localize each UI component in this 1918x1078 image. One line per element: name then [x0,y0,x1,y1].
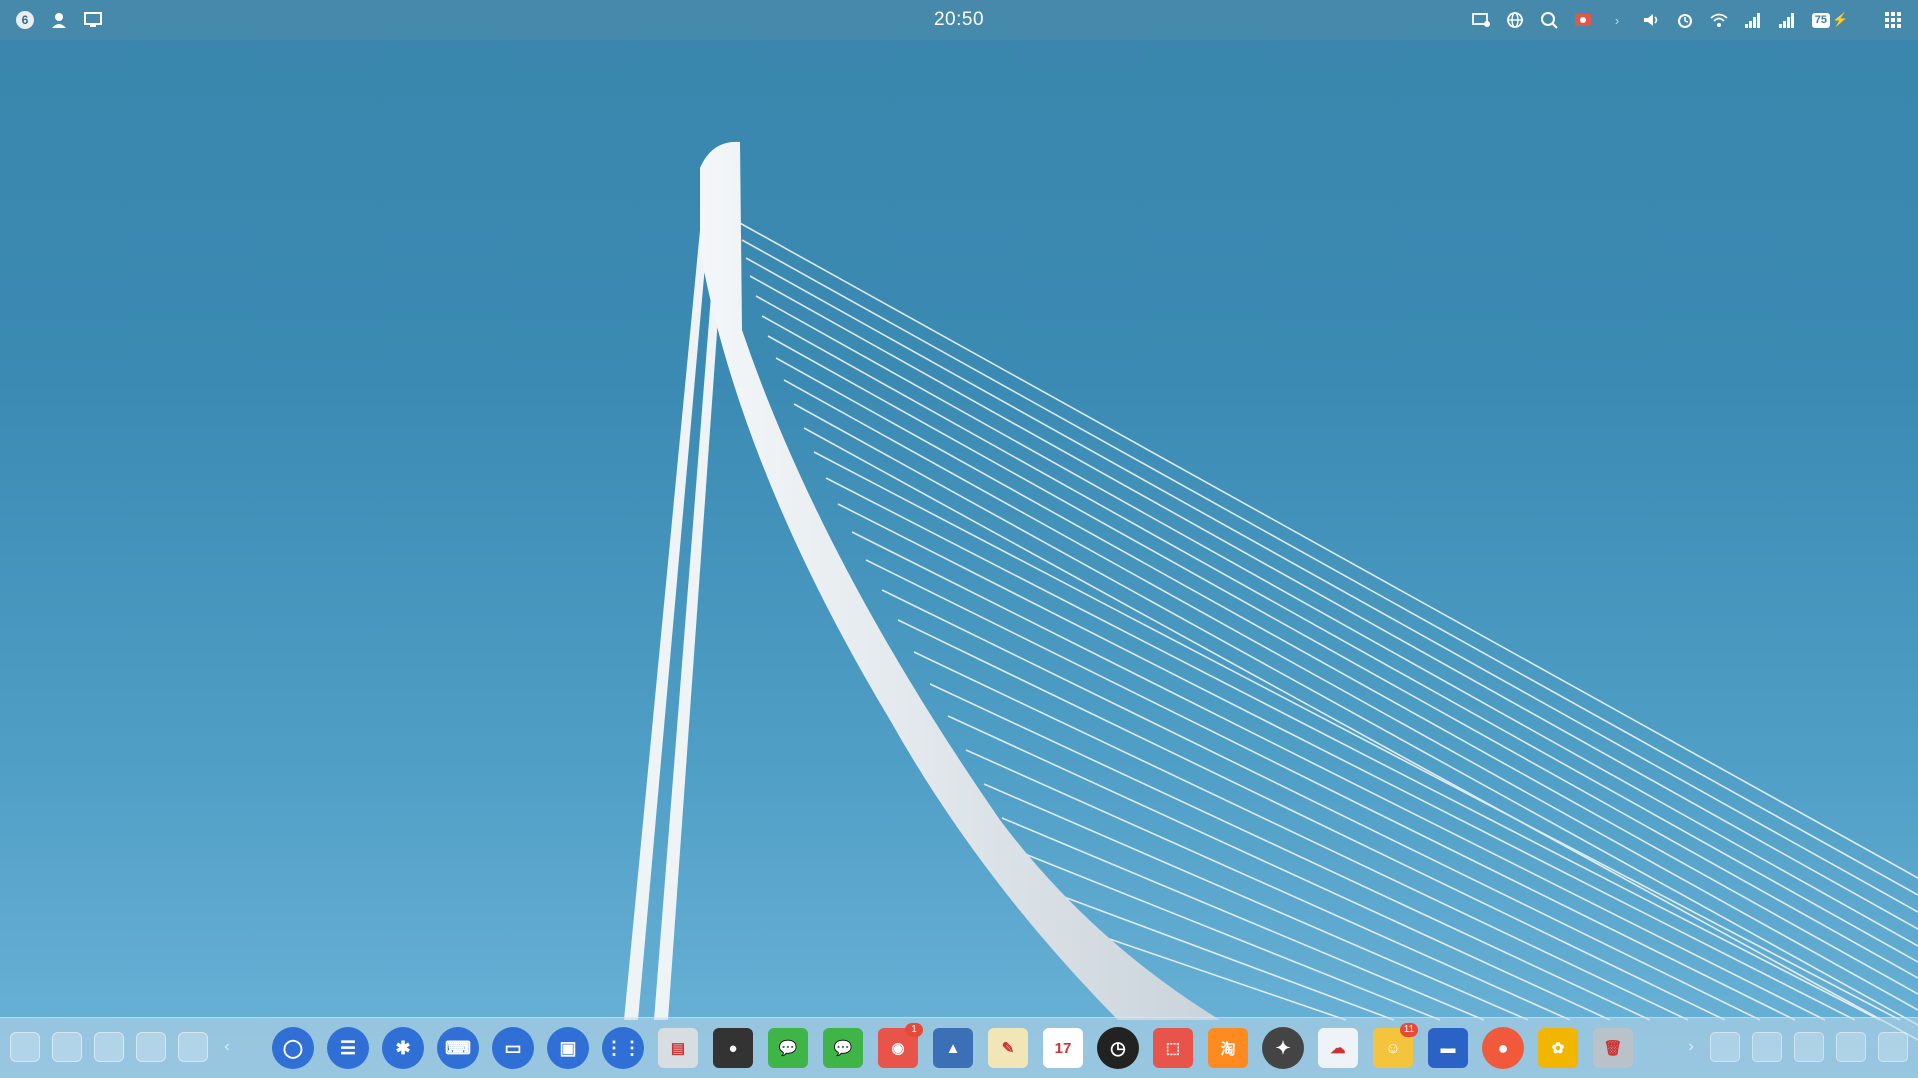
app-grid-icon[interactable] [1882,9,1904,31]
compass-app[interactable]: ✦ [1260,1025,1306,1071]
chevron-right-icon[interactable]: › [1606,9,1628,31]
settings-app[interactable]: ✱ [380,1025,426,1071]
alarm-icon[interactable] [1674,9,1696,31]
monitor-app-glyph: ▭ [492,1027,534,1069]
bridge-cables [737,221,1918,1041]
bridge-pylon [700,141,1220,1020]
wechat-2-app[interactable]: 💬 [820,1025,866,1071]
wechat-app-glyph: 💬 [768,1028,808,1068]
music-app-glyph: ● [713,1028,753,1068]
search-icon[interactable] [1538,9,1560,31]
keyboard-app[interactable]: ⌨ [435,1025,481,1071]
dock: ‹ ◯ ☰ ✱ ⌨ ▭ ▣ ⋮⋮ ▤ ● 💬 💬 ◉ 1 ▲ ✎ 17 ◷ ⬚ 淘 ✦ ☁ ☺ 11 ▬ ● ✿ 🗑 › [0,1017,1918,1078]
signal-icon[interactable] [1742,9,1764,31]
signal-2-icon[interactable] [1776,9,1798,31]
folder-icon[interactable] [1752,1032,1782,1062]
calendar-app-glyph: 17 [1043,1028,1083,1068]
chevron-left-icon[interactable]: ‹ [220,1038,234,1056]
file-manager-app[interactable]: ▤ [655,1025,701,1071]
list-app[interactable]: ☰ [325,1025,371,1071]
charging-icon: ⚡ [1832,12,1849,27]
notification-badge: 1 [905,1023,923,1037]
wifi-icon[interactable] [1708,9,1730,31]
flag-app[interactable]: ▬ [1425,1025,1471,1071]
compass-app-glyph: ✦ [1262,1027,1304,1069]
top-panel-right: › 75 ⚡ [1470,0,1904,40]
toggle-icon[interactable] [136,1032,166,1062]
sunflower-app[interactable]: ✿ [1535,1025,1581,1071]
screen-share-icon[interactable] [82,9,104,31]
flag-app-glyph: ▬ [1428,1028,1468,1068]
music-app[interactable]: ● [710,1025,756,1071]
refresh-icon[interactable] [178,1032,208,1062]
cloud-app-glyph: ☁ [1318,1028,1358,1068]
desktop-icon[interactable] [1878,1032,1908,1062]
clock-app-glyph: ◷ [1097,1027,1139,1069]
mascot-app-glyph: ● [1482,1027,1524,1069]
workspace-badge-icon[interactable]: 6 [14,9,36,31]
launcher-app[interactable]: ⋮⋮ [600,1025,646,1071]
keyboard-app-glyph: ⌨ [437,1027,479,1069]
dock-apps: ◯ ☰ ✱ ⌨ ▭ ▣ ⋮⋮ ▤ ● 💬 💬 ◉ 1 ▲ ✎ 17 ◷ ⬚ 淘 ✦ ☁ ☺ 11 ▬ ● ✿ 🗑 [270,1023,1636,1071]
weibo-app[interactable]: ◉ 1 [875,1023,923,1071]
volume-icon[interactable] [1640,9,1662,31]
trash-app-glyph: 🗑 [1593,1028,1633,1068]
workspace-number: 6 [16,11,34,29]
desktop-wallpaper [624,141,1918,1041]
top-panel: 6 20:50 › 75 ⚡ [0,0,1918,40]
screen-record-icon[interactable] [1572,9,1594,31]
battery-icon[interactable]: 75 ⚡ [1810,9,1850,31]
trash-app[interactable]: 🗑 [1590,1025,1636,1071]
display-icon[interactable] [1470,9,1492,31]
user-icon[interactable] [48,9,70,31]
dock-system-buttons: ‹ [10,1032,234,1062]
taobao-app[interactable]: 淘 [1205,1025,1251,1071]
dock-tray: › [1684,1032,1908,1062]
store-app-glyph: ⬚ [1153,1028,1193,1068]
wechat-app[interactable]: 💬 [765,1025,811,1071]
list-icon[interactable] [1836,1032,1866,1062]
settings-app-glyph: ✱ [382,1027,424,1069]
wechat-2-app-glyph: 💬 [823,1028,863,1068]
notification-badge: 11 [1400,1023,1418,1037]
copy-icon[interactable] [52,1032,82,1062]
image-icon[interactable] [1710,1032,1740,1062]
photo-app[interactable]: ▲ [930,1025,976,1071]
list-app-glyph: ☰ [327,1027,369,1069]
launcher-app-glyph: ⋮⋮ [602,1027,644,1069]
notes-app[interactable]: ✎ [985,1025,1031,1071]
sunflower-app-glyph: ✿ [1538,1028,1578,1068]
top-panel-left: 6 [14,0,104,40]
notes-app-glyph: ✎ [988,1028,1028,1068]
taobao-app-glyph: 淘 [1208,1028,1248,1068]
settings-icon[interactable] [10,1032,40,1062]
battery-level: 75 [1811,12,1831,28]
cloud-app[interactable]: ☁ [1315,1025,1361,1071]
mascot-app[interactable]: ● [1480,1025,1526,1071]
browser-app[interactable]: ◯ [270,1025,316,1071]
store-app[interactable]: ⬚ [1150,1025,1196,1071]
photo-app-glyph: ▲ [933,1028,973,1068]
clock-app[interactable]: ◷ [1095,1025,1141,1071]
window-app-glyph: ▣ [547,1027,589,1069]
window-icon[interactable] [94,1032,124,1062]
globe-icon[interactable] [1504,9,1526,31]
doc-icon[interactable] [1794,1032,1824,1062]
bridge-legs [624,230,724,1020]
file-manager-app-glyph: ▤ [658,1028,698,1068]
calendar-app[interactable]: 17 [1040,1025,1086,1071]
browser-app-glyph: ◯ [272,1027,314,1069]
chevron-right-icon[interactable]: › [1684,1038,1698,1056]
window-app[interactable]: ▣ [545,1025,591,1071]
monitor-app[interactable]: ▭ [490,1025,536,1071]
smiley-app[interactable]: ☺ 11 [1370,1023,1418,1071]
